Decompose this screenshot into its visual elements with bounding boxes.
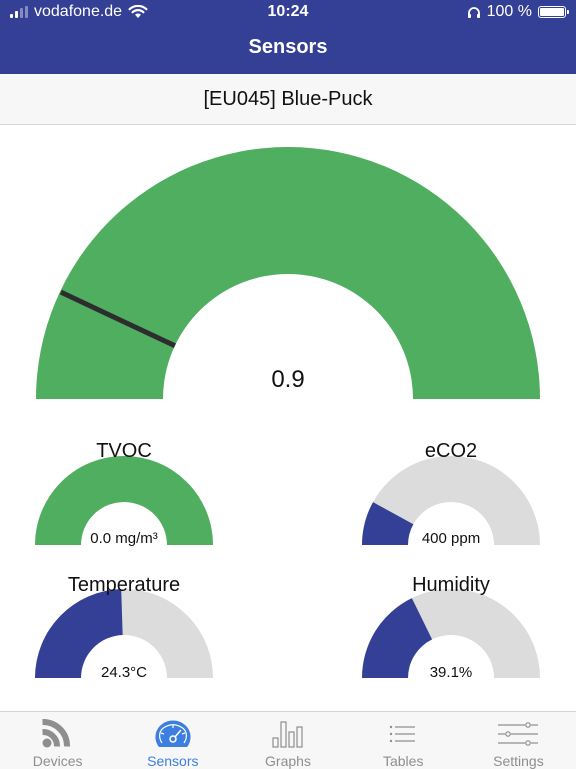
tvoc-value: 0.0 mg/m³ (90, 530, 158, 547)
temperature-label: Temperature (67, 574, 181, 596)
tab-settings-label: Settings (493, 753, 544, 769)
iaq-gauge (36, 147, 540, 399)
tab-sensors-label: Sensors (147, 753, 199, 769)
iaq-value: 0.9 (271, 366, 305, 393)
humidity-value: 39.1% (429, 664, 473, 681)
sliders-icon (498, 721, 539, 746)
rss-feed-icon (41, 718, 70, 747)
tab-tables-label: Tables (382, 753, 424, 769)
tab-graphs[interactable]: Graphs (230, 712, 345, 769)
temperature-value: 24.3°C (100, 664, 148, 681)
list-icon (390, 725, 416, 742)
tab-tables[interactable]: Tables (346, 712, 461, 769)
tab-devices-label: Devices (32, 753, 83, 769)
tab-sensors[interactable]: Sensors (115, 712, 230, 769)
bar-chart-icon (272, 720, 303, 748)
tab-devices[interactable]: Devices (0, 712, 115, 769)
eco2-value: 400 ppm (421, 530, 481, 547)
speedometer-icon (155, 720, 191, 747)
tab-graphs-label: Graphs (265, 753, 311, 769)
humidity-label: Humidity (412, 574, 490, 596)
tab-settings[interactable]: Settings (461, 712, 576, 769)
tab-bar: Devices Sensors Graphs Tables Settings (0, 711, 576, 769)
tvoc-label: TVOC (96, 440, 152, 462)
eco2-label: eCO2 (424, 440, 478, 462)
iaq-gauge-arc (36, 147, 540, 399)
